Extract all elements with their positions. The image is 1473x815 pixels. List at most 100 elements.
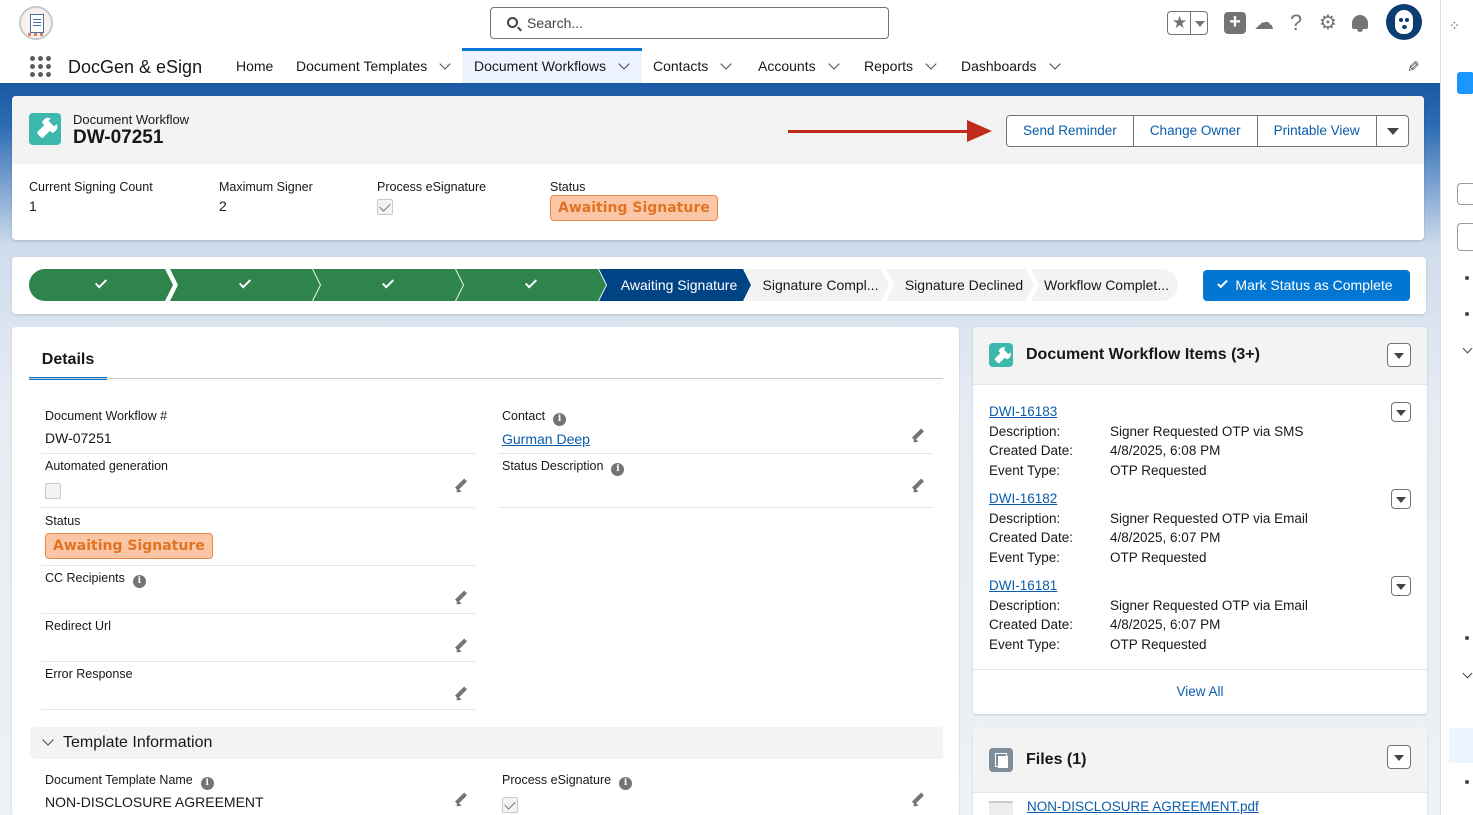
chevron-down-icon [1386, 128, 1399, 135]
edit-nav-pencil-icon[interactable]: ✎ [1407, 58, 1420, 76]
printable-view-button[interactable]: Printable View [1256, 115, 1377, 147]
info-icon[interactable]: i [611, 463, 625, 476]
item-menu-button[interactable] [1391, 489, 1411, 509]
tab-details[interactable]: Details [29, 349, 107, 380]
setup-gear-icon[interactable]: ⚙ [1317, 12, 1339, 34]
file-thumbnail[interactable] [989, 801, 1013, 815]
field-document-template-name: Document Template Name i NON-DISCLOSURE A… [41, 773, 475, 815]
details-panel: Details Document Workflow # DW-07251 Con… [12, 327, 959, 815]
help-icon[interactable]: ? [1285, 12, 1307, 34]
field-automated-generation: Automated generation [41, 459, 475, 508]
app-launcher-icon[interactable] [30, 56, 51, 77]
annotation-arrow [788, 120, 992, 142]
path-step-completed[interactable] [313, 269, 463, 301]
item-link[interactable]: DWI-16182 [989, 489, 1057, 509]
chevron-down-icon[interactable] [618, 58, 630, 70]
status-badge: Awaiting Signature [550, 195, 718, 221]
info-icon[interactable]: i [619, 777, 633, 790]
search-icon [507, 17, 518, 28]
related-list-files: Files (1) NON-DISCLOSURE AGREEMENT.pdf [973, 727, 1427, 815]
app-navigation: DocGen & eSign Home Document Templates D… [0, 48, 1440, 86]
favorites-button[interactable]: ★ [1167, 11, 1208, 35]
edit-pencil-icon[interactable] [911, 793, 925, 807]
list-item: DWI-16182 Description: Signer Requested O… [989, 489, 1411, 567]
status-badge: Awaiting Signature [45, 533, 213, 559]
contact-link[interactable]: Gurman Deep [502, 431, 590, 447]
list-item: DWI-16181 Description: Signer Requested O… [989, 576, 1411, 654]
path-step-completed[interactable] [170, 269, 320, 301]
wrench-icon [29, 113, 61, 145]
edit-pencil-icon[interactable] [454, 591, 468, 605]
change-owner-button[interactable]: Change Owner [1132, 115, 1258, 147]
more-actions-button[interactable] [1375, 115, 1409, 147]
highlight-current-signing-count: Current Signing Count 1 [29, 180, 153, 214]
highlight-maximum-signer: Maximum Signer 2 [219, 180, 313, 214]
path-step-signature-declined[interactable]: Signature Declined [886, 269, 1034, 301]
info-icon[interactable]: i [132, 575, 146, 588]
item-link[interactable]: DWI-16183 [989, 402, 1057, 422]
widget-icon[interactable] [1457, 72, 1473, 94]
chevron-down-icon[interactable] [720, 58, 732, 70]
related-list-title[interactable]: Document Workflow Items (3+) [1026, 346, 1260, 364]
path-step-completed[interactable] [456, 269, 606, 301]
edit-pencil-icon[interactable] [454, 639, 468, 653]
search-icon[interactable] [1457, 223, 1473, 251]
chevron-down-icon[interactable] [1195, 21, 1205, 27]
nav-item-document-templates[interactable]: Document Templates [284, 48, 461, 83]
field-contact: Contact i Gurman Deep [498, 409, 932, 454]
dropdown-icon[interactable] [1457, 183, 1473, 205]
notifications-bell-icon[interactable] [1349, 12, 1371, 34]
file-icon [989, 748, 1013, 772]
trailhead-icon[interactable]: ☁ [1253, 12, 1275, 34]
mark-status-complete-button[interactable]: Mark Status as Complete [1203, 270, 1410, 301]
search-input[interactable] [527, 13, 867, 33]
chevron-down-icon[interactable] [827, 58, 840, 70]
user-avatar[interactable] [1386, 4, 1422, 40]
path-step-workflow-completed[interactable]: Workflow Complet... [1031, 269, 1178, 301]
edit-pencil-icon[interactable] [454, 687, 468, 701]
files-menu-button[interactable] [1387, 745, 1411, 769]
related-list-menu-button[interactable] [1387, 343, 1411, 367]
edit-pencil-icon[interactable] [454, 793, 468, 807]
item-menu-button[interactable] [1391, 576, 1411, 596]
info-icon[interactable]: i [553, 413, 567, 426]
global-actions-plus-icon[interactable]: + [1224, 12, 1246, 34]
field-template-process-esignature: Process eSignature i [498, 773, 932, 815]
path-step-completed[interactable] [29, 269, 173, 301]
field-status: Status Awaiting Signature [41, 514, 475, 566]
item-link[interactable]: DWI-16181 [989, 576, 1057, 596]
record-highlights-panel: Document Workflow DW-07251 Send Reminder… [12, 96, 1424, 240]
files-title[interactable]: Files (1) [1026, 751, 1086, 769]
nav-item-dashboards[interactable]: Dashboards [949, 48, 1071, 83]
checkmark-icon [238, 276, 252, 289]
nav-item-accounts[interactable]: Accounts [746, 48, 850, 83]
grid-icon[interactable]: ⁘ [1449, 18, 1460, 34]
chevron-down-icon[interactable] [925, 58, 937, 70]
nav-item-home[interactable]: Home [224, 48, 285, 83]
path-step-current[interactable]: Awaiting Signature [599, 269, 751, 301]
edit-pencil-icon[interactable] [911, 429, 925, 443]
chevron-down-icon[interactable] [1048, 58, 1061, 70]
checkmark-icon [94, 276, 108, 289]
edit-pencil-icon[interactable] [911, 479, 925, 493]
view-all-link[interactable]: View All [973, 669, 1427, 714]
section-template-information[interactable]: Template Information [30, 727, 943, 759]
nav-item-contacts[interactable]: Contacts [641, 48, 742, 83]
highlight-process-esignature: Process eSignature [377, 180, 486, 215]
info-icon[interactable]: i [200, 777, 214, 790]
send-reminder-button[interactable]: Send Reminder [1006, 115, 1134, 147]
file-link[interactable]: NON-DISCLOSURE AGREEMENT.pdf [1027, 799, 1259, 814]
chevron-down-icon[interactable] [439, 58, 451, 70]
record-actions: Send Reminder Change Owner Printable Vie… [1006, 115, 1409, 147]
utility-sidebar-edge: ⁘ [1440, 0, 1473, 815]
record-name: DW-07251 [73, 127, 164, 148]
global-search[interactable] [490, 7, 889, 39]
nav-item-document-workflows[interactable]: Document Workflows [462, 48, 642, 83]
nav-item-reports[interactable]: Reports [852, 48, 947, 83]
path-step-signature-completed[interactable]: Signature Compl... [744, 269, 889, 301]
selected-row[interactable] [1449, 728, 1473, 763]
item-menu-button[interactable] [1391, 402, 1411, 422]
org-logo[interactable] [19, 6, 53, 40]
edit-pencil-icon[interactable] [454, 479, 468, 493]
checkmark-icon [1217, 277, 1229, 289]
